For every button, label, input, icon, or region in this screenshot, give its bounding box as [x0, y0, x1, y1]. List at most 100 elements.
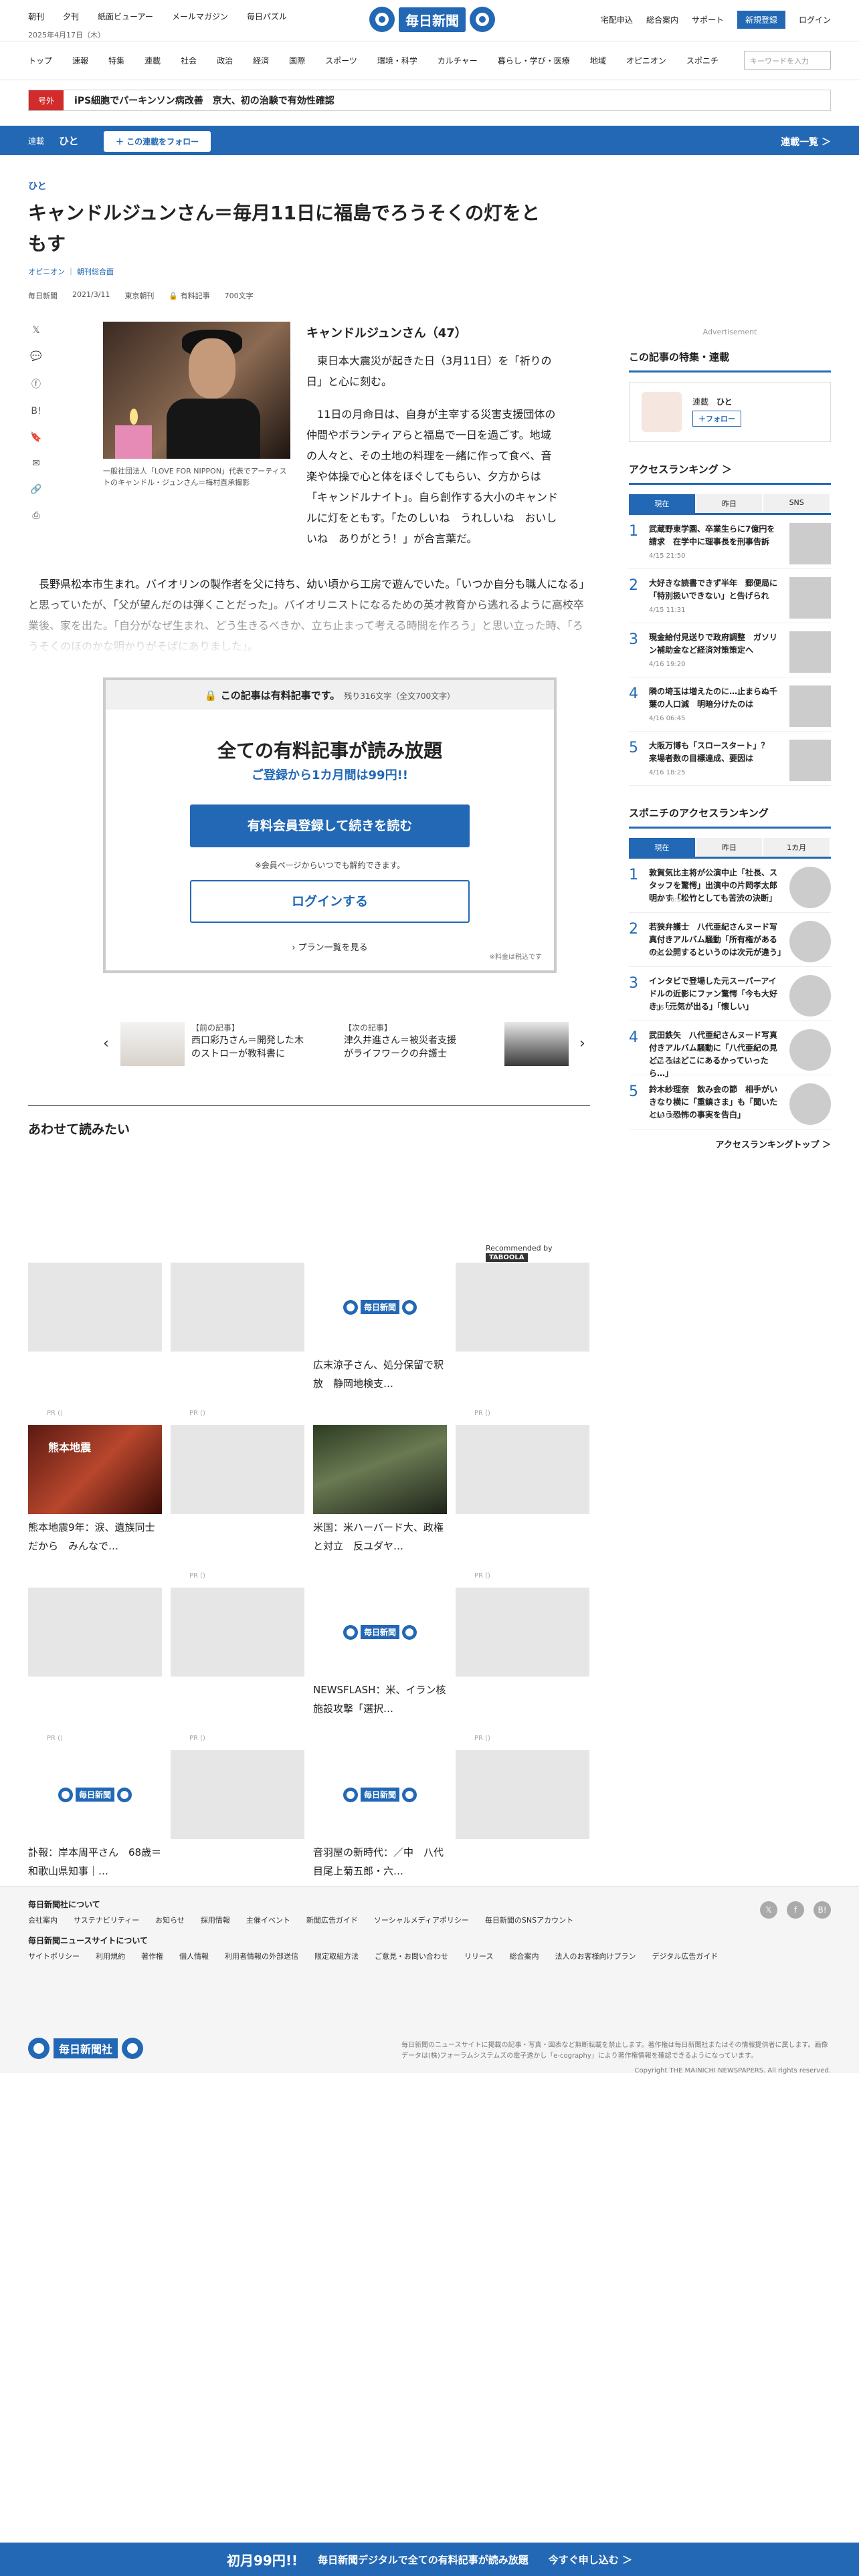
ranking-item[interactable]: 5 鈴木紗理奈 飲み会の節 相手がいきなり横に「重鎮さま」も「聞いたという恐怖の事…: [629, 1075, 831, 1130]
rank-title[interactable]: 武田鉄矢 八代亜紀さんヌード写真付きアルバム騒動に「八代亜紀の見どころはどこにあ…: [649, 1029, 783, 1078]
mail-icon[interactable]: ✉: [32, 458, 40, 469]
access-ranking-heading[interactable]: アクセスランキング ＞: [629, 462, 831, 485]
article-categories[interactable]: オピニオン ｜ 朝刊総合面: [28, 266, 590, 277]
nav-sponichi[interactable]: スポニチ: [686, 55, 719, 66]
ranking-item[interactable]: 2 若狭弁護士 八代亜紀さんヌード写真付きアルバム騒動「所有権があるのと公開すると…: [629, 913, 831, 967]
ranking-item[interactable]: 2 大好きな読書できず半年 郵便局に「特別扱いできない」と告げられ 4/15 11:…: [629, 569, 831, 623]
footer-link[interactable]: 会社案内: [28, 1915, 58, 1925]
series-name[interactable]: ひと: [59, 134, 79, 148]
related-card-image[interactable]: [456, 1263, 589, 1352]
related-card-image[interactable]: [313, 1425, 447, 1514]
ranking-item[interactable]: 3 インタビで登場した元スーパーアイドルの近影にファン驚愕「今も大好き」「元気が出…: [629, 967, 831, 1021]
nav-society[interactable]: 社会: [181, 55, 197, 66]
related-card-title[interactable]: 音羽屋の新時代：／中 八代目尾上菊五郎・六…: [313, 1843, 447, 1881]
tab-month[interactable]: 1カ月: [763, 838, 830, 857]
related-card[interactable]: PR (): [456, 1588, 589, 1750]
bookmark-icon[interactable]: 🔖: [30, 432, 41, 443]
nav-special[interactable]: 特集: [108, 55, 124, 66]
nav-breaking[interactable]: 速報: [72, 55, 88, 66]
rank-title[interactable]: 武蔵野東学園、卒業生らに7億円を請求 在学中に理事長を刑事告訴: [649, 523, 783, 568]
link-icon[interactable]: 🔗: [30, 484, 41, 495]
related-card[interactable]: PR (): [28, 1588, 162, 1750]
related-card[interactable]: 米国：米ハーバード大、政権と対立 反ユダヤ…: [313, 1425, 447, 1588]
footer-link[interactable]: 個人情報: [179, 1951, 209, 1961]
hatena-icon[interactable]: B!: [814, 1901, 831, 1919]
footer-link[interactable]: サイトポリシー: [28, 1951, 80, 1961]
nav-politics[interactable]: 政治: [217, 55, 233, 66]
rank-title[interactable]: 敦賀気比主将が公演中止「社長、スタッフを驚愕」出演中の片岡孝太郎明かす「松竹とし…: [649, 867, 783, 912]
footer-link[interactable]: ご意見・お問い合わせ: [375, 1951, 448, 1961]
rank-thumbnail[interactable]: [789, 975, 831, 1016]
prev-article-thumb[interactable]: [120, 1022, 185, 1066]
chevron-left-icon[interactable]: ‹: [103, 1035, 109, 1052]
header-link-morning[interactable]: 朝刊: [28, 11, 44, 22]
rank-thumbnail[interactable]: [789, 1029, 831, 1071]
rank-thumbnail[interactable]: [789, 921, 831, 962]
sticky-subscribe-bar[interactable]: 初月99円!! 毎日新聞デジタルで全ての有料記事が読み放題 今すぐ申し込む ＞: [0, 2543, 859, 2576]
breaking-text[interactable]: iPS細胞でパーキンソン病改善 京大、初の治験で有効性確認: [64, 94, 335, 107]
rank-thumbnail[interactable]: [789, 867, 831, 908]
related-card-image[interactable]: 熊本地震: [28, 1425, 162, 1514]
search-input[interactable]: キーワードを入力: [744, 51, 831, 70]
rank-title[interactable]: 大好きな読書できず半年 郵便局に「特別扱いできない」と告げられ: [649, 577, 783, 623]
tab-sns[interactable]: SNS: [763, 494, 830, 513]
rank-thumbnail[interactable]: [789, 631, 831, 673]
related-card-image[interactable]: 毎日新聞: [313, 1588, 447, 1677]
print-icon[interactable]: ⎙: [32, 510, 39, 521]
related-card-title[interactable]: 訃報：岸本周平さん 68歳＝和歌山県知事｜…: [28, 1843, 162, 1881]
tab-yesterday[interactable]: 昨日: [696, 494, 763, 513]
footer-link[interactable]: 毎日新聞のSNSアカウント: [485, 1915, 573, 1925]
rank-thumbnail[interactable]: [789, 577, 831, 619]
rank-title[interactable]: 大阪万博も「スロースタート」？ 来場者数の目標達成、要因は: [649, 740, 783, 785]
facebook-icon[interactable]: ⓕ: [31, 377, 41, 391]
prev-article-link[interactable]: 西口彩乃さん＝開発した木のストローが教科書に: [191, 1034, 305, 1061]
rank-title[interactable]: 鈴木紗理奈 飲み会の節 相手がいきなり横に「重鎮さま」も「聞いたという恐怖の事実…: [649, 1083, 783, 1129]
header-link-delivery[interactable]: 宅配申込: [601, 14, 633, 25]
feature-card[interactable]: 連載 ひと ＋フォロー: [629, 382, 831, 442]
related-card[interactable]: 熊本地震熊本地震9年：涙、遺族同士だから みんなで…: [28, 1425, 162, 1588]
header-link-viewer[interactable]: 紙面ビューアー: [98, 11, 153, 22]
related-card-title[interactable]: 広末涼子さん、処分保留で釈放 静岡地検支…: [313, 1356, 447, 1393]
related-card-image[interactable]: 毎日新聞: [28, 1750, 162, 1839]
header-link-evening[interactable]: 夕刊: [63, 11, 79, 22]
related-card[interactable]: PR (): [456, 1263, 589, 1425]
related-card-image[interactable]: [456, 1588, 589, 1677]
footer-link[interactable]: 新聞広告ガイド: [306, 1915, 358, 1925]
related-card-image[interactable]: [28, 1588, 162, 1677]
site-logo[interactable]: 毎日新聞: [369, 7, 495, 32]
ranking-top-link[interactable]: アクセスランキングトップ ＞: [629, 1138, 832, 1150]
header-link-info[interactable]: 総合案内: [646, 14, 678, 25]
related-card-title[interactable]: 米国：米ハーバード大、政権と対立 反ユダヤ…: [313, 1518, 447, 1555]
ranking-item[interactable]: 5 大阪万博も「スロースタート」？ 来場者数の目標達成、要因は 4/16 18:25: [629, 732, 831, 786]
related-card-image[interactable]: 毎日新聞: [313, 1750, 447, 1839]
footer-link[interactable]: 主催イベント: [246, 1915, 290, 1925]
nav-local[interactable]: 地域: [590, 55, 606, 66]
plans-link[interactable]: › プラン一覧を見る: [106, 940, 554, 953]
nav-sports[interactable]: スポーツ: [325, 55, 357, 66]
footer-link[interactable]: 著作権: [141, 1951, 163, 1961]
rank-title[interactable]: 現金給付見送りで政府調整 ガソリン補助金など経済対策策定へ: [649, 631, 783, 677]
related-card-image[interactable]: 毎日新聞: [313, 1263, 447, 1352]
header-link-puzzle[interactable]: 毎日パズル: [247, 11, 287, 22]
facebook-icon[interactable]: f: [787, 1901, 804, 1919]
nav-culture[interactable]: カルチャー: [438, 55, 478, 66]
related-card[interactable]: PR (): [171, 1425, 304, 1588]
register-button[interactable]: 新規登録: [737, 11, 785, 29]
related-card-title[interactable]: 熊本地震9年：涙、遺族同士だから みんなで…: [28, 1518, 162, 1555]
related-card-image[interactable]: [28, 1263, 162, 1352]
ranking-item[interactable]: 4 武田鉄矢 八代亜紀さんヌード写真付きアルバム騒動に「八代亜紀の見どころはどこに…: [629, 1021, 831, 1078]
footer-link[interactable]: お知らせ: [155, 1915, 185, 1925]
footer-link[interactable]: 総合案内: [509, 1951, 539, 1961]
footer-link[interactable]: 限定取組方法: [314, 1951, 359, 1961]
footer-link[interactable]: 利用者情報の外部送信: [225, 1951, 298, 1961]
paywall-login-button[interactable]: ログインする: [190, 880, 470, 923]
related-card[interactable]: PR (): [28, 1263, 162, 1425]
tab-now[interactable]: 現在: [629, 838, 695, 857]
related-card-image[interactable]: [171, 1263, 304, 1352]
nav-economy[interactable]: 経済: [253, 55, 269, 66]
nav-science[interactable]: 環境・科学: [377, 55, 417, 66]
ranking-item[interactable]: 3 現金給付見送りで政府調整 ガソリン補助金など経済対策策定へ 4/16 19:20: [629, 623, 831, 677]
x-icon[interactable]: 𝕏: [760, 1901, 777, 1919]
footer-link[interactable]: 採用情報: [201, 1915, 230, 1925]
rank-title[interactable]: 隣の埼玉は増えたのに…止まらぬ千葉の人口減 明暗分けたのは: [649, 685, 783, 731]
